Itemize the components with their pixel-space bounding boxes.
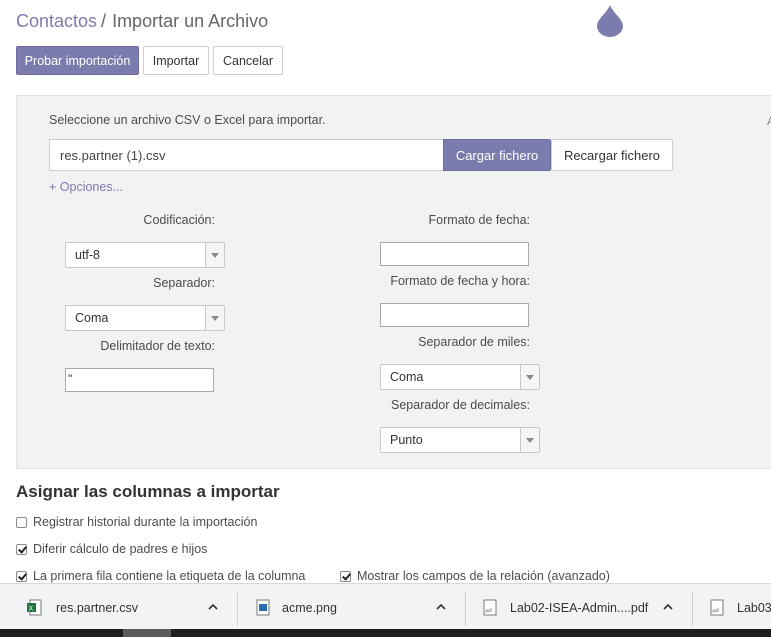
chevron-down-icon [205,243,224,267]
datetime-format-input[interactable] [380,303,529,327]
checkbox-label: La primera fila contiene la etiqueta de … [33,569,306,583]
chevron-up-icon[interactable] [436,602,446,612]
download-name: res.partner.csv [56,601,138,615]
cancel-button[interactable]: Cancelar [213,46,283,75]
import-button[interactable]: Importar [143,46,209,75]
mapping-section-title: Asignar las columnas a importar [16,482,280,501]
separator-label: Separador: [153,276,215,290]
taskbar-strip [0,629,771,637]
encoding-value: utf-8 [75,248,101,262]
reload-file-button[interactable]: Recargar fichero [551,139,673,171]
decimal-separator-select[interactable]: Punto [380,427,540,453]
thousands-separator-select[interactable]: Coma [380,364,540,390]
download-name: acme.png [282,601,337,615]
chevron-up-icon[interactable] [208,602,218,612]
panel-corner-marker: A [767,114,771,128]
breadcrumb: Contactos / Importar un Archivo [16,11,268,32]
encoding-label: Codificación: [143,213,215,227]
svg-text:pdf: pdf [713,608,720,613]
download-name: Lab03 [737,601,771,615]
test-import-button[interactable]: Probar importación [16,46,139,75]
relation-fields-checkbox-row[interactable]: Mostrar los campos de la relación (avanz… [340,569,610,583]
datetime-format-label: Formato de fecha y hora: [390,274,530,288]
chevron-down-icon [520,428,539,452]
divider [237,592,238,626]
checkbox-label: Diferir cálculo de padres e hijos [33,542,208,556]
track-history-checkbox-row[interactable]: Registrar historial durante la importaci… [16,515,257,529]
separator-select[interactable]: Coma [65,305,225,331]
download-item[interactable]: X res.partner.csv [26,584,138,632]
pdf-file-icon: pdf [483,599,497,616]
text-delimiter-input[interactable]: " [65,368,214,392]
download-item[interactable]: acme.png [256,584,337,632]
taskbar-active-indicator [123,629,171,637]
date-format-input[interactable] [380,242,529,266]
svg-text:X: X [29,606,34,613]
checkbox-label: Registrar historial durante la importaci… [33,515,258,529]
svg-text:pdf: pdf [486,608,493,613]
options-link[interactable]: + Opciones... [49,180,123,194]
encoding-select[interactable]: utf-8 [65,242,225,268]
checkbox-label: Mostrar los campos de la relación (avanz… [357,569,610,583]
divider [692,592,693,626]
chevron-down-icon [520,365,539,389]
file-name-value: res.partner (1).csv [60,147,166,163]
relation-fields-checkbox[interactable] [340,570,351,582]
divider [465,592,466,626]
defer-parent-checkbox-row[interactable]: Diferir cálculo de padres e hijos [16,542,207,556]
chevron-down-icon [205,306,224,330]
track-history-checkbox[interactable] [16,516,27,528]
header-row-checkbox[interactable] [16,570,27,582]
text-delimiter-label: Delimitador de texto: [100,339,215,353]
download-name: Lab02-ISEA-Admin....pdf [510,601,649,615]
image-file-icon [256,599,270,616]
thousands-separator-value: Coma [390,370,424,384]
excel-file-icon: X [27,599,42,616]
download-item[interactable]: pdf Lab03 [710,584,771,632]
separator-value: Coma [75,311,109,325]
download-item[interactable]: pdf Lab02-ISEA-Admin....pdf [483,584,648,632]
thousands-separator-label: Separador de miles: [418,335,530,349]
decimal-separator-label: Separador de decimales: [391,398,530,412]
drop-logo-icon [597,5,623,37]
decimal-separator-value: Punto [390,433,423,447]
breadcrumb-contactos-link[interactable]: Contactos [16,11,97,31]
breadcrumb-separator: / [101,11,107,31]
date-format-label: Formato de fecha: [428,213,530,227]
load-file-button[interactable]: Cargar fichero [443,139,551,171]
pdf-file-icon: pdf [710,599,724,616]
defer-parent-checkbox[interactable] [16,543,27,555]
upload-prompt: Seleccione un archivo CSV o Excel para i… [49,113,326,127]
page-title: Importar un Archivo [112,11,269,31]
header-row-checkbox-row[interactable]: La primera fila contiene la etiqueta de … [16,569,305,583]
chevron-up-icon[interactable] [663,602,673,612]
file-name-field[interactable]: res.partner (1).csv [49,139,444,171]
